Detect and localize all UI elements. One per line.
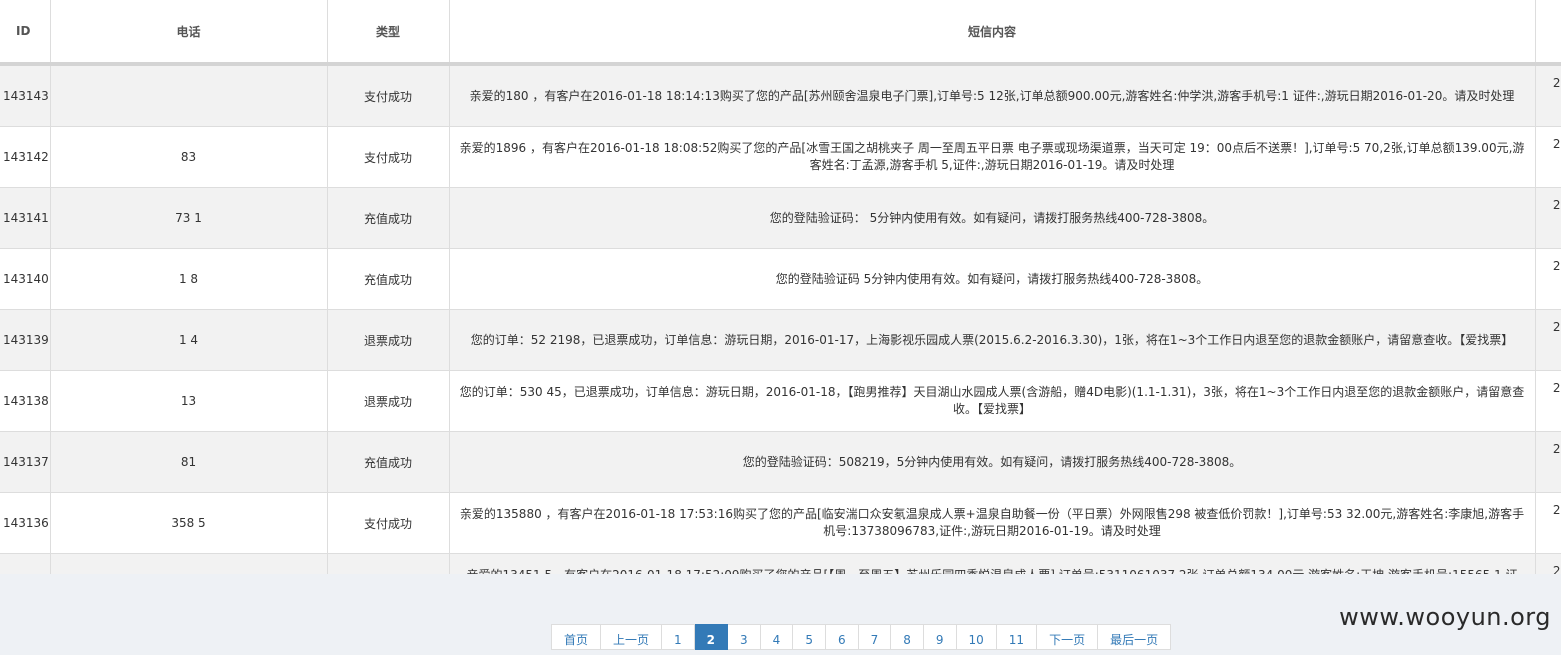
row-time: 2 — [1535, 187, 1561, 249]
page-link[interactable]: 9 — [923, 624, 957, 650]
header-phone[interactable]: 电话 — [50, 0, 328, 66]
row-id: 143143 — [0, 64, 51, 127]
row-phone: 1 4 — [50, 309, 328, 371]
row-type: 退票成功 — [327, 370, 450, 432]
row-time: 2 — [1535, 126, 1561, 188]
sms-table: ID 电话 类型 短信内容 143143 支付成功 亲爱的180 ，有客户在2016… — [0, 0, 1561, 574]
row-id: 143139 — [0, 309, 51, 371]
row-time: 2 — [1535, 248, 1561, 310]
row-type: 退票成功 — [327, 309, 450, 371]
row-phone — [50, 64, 328, 127]
row-content: 您的登陆验证码：508219，5分钟内使用有效。如有疑问，请拨打服务热线400-… — [449, 431, 1536, 493]
row-time: 2 — [1535, 492, 1561, 554]
row-content: 亲爱的1896 ，有客户在2016-01-18 18:08:52购买了您的产品[… — [449, 126, 1536, 188]
table-row: 143136 358 5 支付成功 亲爱的135880 ，有客户在2016-01-18… — [0, 492, 1561, 554]
page-link[interactable]: 8 — [891, 624, 924, 650]
page-link[interactable]: 5 — [793, 624, 826, 650]
sms-table-container: ID 电话 类型 短信内容 143143 支付成功 亲爱的180 ，有客户在2016… — [0, 0, 1561, 574]
table-row: 143139 1 4 退票成功 您的订单：52 2198，已退票成功，订单信息：游玩日… — [0, 309, 1561, 371]
row-phone: 358 5 — [50, 492, 328, 554]
row-time: 2 — [1535, 309, 1561, 371]
table-header-row: ID 电话 类型 短信内容 — [0, 0, 1561, 66]
table-row: 143137 81 充值成功 您的登陆验证码：508219，5分钟内使用有效。如有疑问… — [0, 431, 1561, 493]
row-content: 亲爱的180 ，有客户在2016-01-18 18:14:13购买了您的产品[苏… — [449, 64, 1536, 127]
row-id: 143138 — [0, 370, 51, 432]
table-row: 143142 83 支付成功 亲爱的1896 ，有客户在2016-01-18 18:0… — [0, 126, 1561, 188]
row-type: 充值成功 — [327, 431, 450, 493]
table-row: 143140 1 8 充值成功 您的登陆验证码 5分钟内使用有效。如有疑问，请拨打服务… — [0, 248, 1561, 310]
header-content[interactable]: 短信内容 — [449, 0, 1536, 66]
table-row: 143143 支付成功 亲爱的180 ，有客户在2016-01-18 18:14:1… — [0, 64, 1561, 127]
page-link[interactable]: 1 — [662, 624, 695, 650]
watermark: www.wooyun.org — [1339, 603, 1551, 631]
row-time: 2 — [1535, 370, 1561, 432]
page-link[interactable]: 10 — [956, 624, 997, 650]
pagination: 首页 上一页 1 2 3 4 5 6 7 8 9 10 11 下一页 最后一页 — [551, 624, 1172, 650]
row-content: 亲爱的13451 5，有客户在2016-01-18 17:52:09购买了您的产… — [449, 553, 1536, 574]
page-link[interactable]: 11 — [996, 624, 1038, 650]
row-id: 143142 — [0, 126, 51, 188]
page-link[interactable]: 下一页 — [1037, 624, 1099, 650]
row-type: 充值成功 — [327, 248, 450, 310]
header-type[interactable]: 类型 — [327, 0, 450, 66]
header-id[interactable]: ID — [0, 0, 51, 66]
table-row: 143138 13 退票成功 您的订单：530 45，已退票成功，订单信息：游玩日期，… — [0, 370, 1561, 432]
row-id: 143141 — [0, 187, 51, 249]
row-content: 亲爱的135880 ，有客户在2016-01-18 17:53:16购买了您的产… — [449, 492, 1536, 554]
row-type: 支付成功 — [327, 553, 450, 574]
table-row: 143141 73 1 充值成功 您的登陆验证码： 5分钟内使用有效。如有疑问，请拨打… — [0, 187, 1561, 249]
page-link[interactable]: 首页 — [551, 624, 602, 650]
row-content: 您的登陆验证码： 5分钟内使用有效。如有疑问，请拨打服务热线400-728-38… — [449, 187, 1536, 249]
row-phone: 5 — [50, 553, 328, 574]
page-link[interactable]: 3 — [728, 624, 761, 650]
row-type: 支付成功 — [327, 64, 450, 127]
row-content: 您的订单：530 45，已退票成功，订单信息：游玩日期，2016-01-18，【… — [449, 370, 1536, 432]
row-id: 143137 — [0, 431, 51, 493]
row-id: 143136 — [0, 492, 51, 554]
page-link[interactable]: 上一页 — [601, 624, 663, 650]
row-type: 支付成功 — [327, 126, 450, 188]
page-link[interactable]: 2 — [694, 624, 729, 650]
page-link[interactable]: 4 — [760, 624, 794, 650]
page-link[interactable]: 7 — [858, 624, 892, 650]
row-phone: 83 — [50, 126, 328, 188]
row-phone: 73 1 — [50, 187, 328, 249]
row-phone: 81 — [50, 431, 328, 493]
row-content: 您的登陆验证码 5分钟内使用有效。如有疑问，请拨打服务热线400-728-380… — [449, 248, 1536, 310]
row-time: 2 — [1535, 431, 1561, 493]
row-id: 143140 — [0, 248, 51, 310]
row-type: 充值成功 — [327, 187, 450, 249]
page-link[interactable]: 最后一页 — [1098, 624, 1172, 650]
row-content: 您的订单：52 2198，已退票成功，订单信息：游玩日期，2016-01-17，… — [449, 309, 1536, 371]
row-id: 143135 — [0, 553, 51, 574]
row-time: 2 — [1535, 64, 1561, 127]
row-time: 2 — [1535, 553, 1561, 574]
row-type: 支付成功 — [327, 492, 450, 554]
row-phone: 13 — [50, 370, 328, 432]
row-phone: 1 8 — [50, 248, 328, 310]
table-row: 1431355支付成功亲爱的13451 5，有客户在2016-01-18 17:… — [0, 553, 1561, 574]
page-link[interactable]: 6 — [825, 624, 859, 650]
header-time — [1535, 0, 1561, 66]
